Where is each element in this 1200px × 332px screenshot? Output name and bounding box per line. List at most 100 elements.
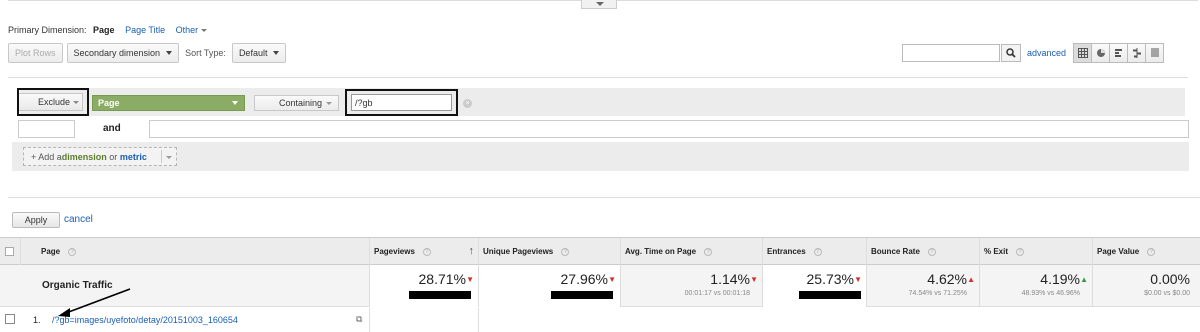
- chevron-down-icon: [166, 156, 172, 159]
- help-icon[interactable]: ?: [813, 247, 822, 256]
- segment-label: Organic Traffic: [42, 280, 113, 291]
- dropdown-separator: [161, 150, 162, 163]
- summary-unique-pageviews: 27.96% ▼: [478, 265, 620, 307]
- add-prefix: + Add a: [31, 151, 62, 162]
- table-row: 1. /?gb=images/uyefoto/detay/20151003_16…: [0, 308, 1200, 332]
- column-header-label: Entrances: [767, 247, 806, 256]
- redaction-bar: [551, 291, 613, 299]
- column-header-exit[interactable]: % Exit?: [979, 238, 1092, 265]
- help-icon[interactable]: ?: [927, 247, 936, 256]
- summary-value: 4.19%: [1040, 271, 1080, 287]
- chevron-down-icon: [326, 102, 332, 105]
- summary-value: 28.71%: [418, 271, 466, 287]
- apply-button[interactable]: Apply: [12, 212, 60, 228]
- plot-rows-button[interactable]: Plot Rows: [8, 43, 63, 63]
- chevron-down-icon: [166, 51, 173, 55]
- summary-comparison: 48.93% vs 46.96%: [1021, 290, 1080, 297]
- filter-dimension-label: Page: [98, 98, 120, 108]
- collapse-chart-toggle[interactable]: [581, 0, 617, 9]
- search-icon: [1006, 48, 1016, 58]
- performance-view-icon[interactable]: [1109, 43, 1128, 63]
- help-icon[interactable]: ?: [1147, 247, 1156, 256]
- secondary-dimension-dropdown[interactable]: Secondary dimension: [66, 43, 180, 63]
- help-icon[interactable]: ?: [561, 247, 570, 256]
- column-header-label: Bounce Rate: [871, 247, 920, 256]
- add-dimension-or-metric-button[interactable]: + Add a dimension or metric: [23, 147, 177, 166]
- column-header-bounce-rate[interactable]: Bounce Rate?: [866, 238, 979, 265]
- table-view-icon[interactable]: [1073, 43, 1092, 63]
- and-label: and: [103, 123, 121, 134]
- summary-avg-time: 1.14% ▼ 00:01:17 vs 00:01:18: [620, 265, 762, 307]
- sort-ascending-icon: ↑: [468, 245, 475, 257]
- column-header-label: Page: [41, 247, 61, 256]
- highlight-box-exclude: [17, 88, 89, 116]
- chevron-down-icon: [201, 29, 208, 33]
- open-page-icon[interactable]: ⧉: [356, 314, 362, 325]
- help-icon[interactable]: ?: [68, 247, 77, 256]
- column-header-label: Page Value: [1097, 247, 1140, 256]
- cancel-link[interactable]: cancel: [64, 214, 93, 225]
- primary-dimension-bar: Primary Dimension: Page Page Title Other: [8, 25, 208, 35]
- column-header-label: Avg. Time on Page: [625, 247, 697, 256]
- column-header-label: % Exit: [984, 247, 1009, 256]
- filter-value-input[interactable]: [351, 94, 452, 111]
- remove-condition-icon[interactable]: ×: [463, 99, 472, 108]
- redaction-bar: [799, 291, 861, 299]
- match-type-dropdown[interactable]: Containing: [254, 95, 339, 111]
- pivot-view-icon[interactable]: [1145, 43, 1164, 63]
- and-condition-area: [149, 120, 1189, 138]
- summary-comparison: 00:01:17 vs 00:01:18: [684, 290, 750, 297]
- row-number: 1.: [33, 315, 41, 325]
- column-header-label: Pageviews: [374, 247, 415, 256]
- help-icon[interactable]: ?: [422, 247, 431, 256]
- row-page-link[interactable]: /?gb=images/uyefoto/detay/20151003_16065…: [52, 315, 238, 325]
- column-header-unique-pageviews[interactable]: Unique Pageviews?: [478, 238, 620, 265]
- add-metric-text: metric: [119, 151, 147, 162]
- summary-comparison: $0.00 vs $0.00: [1144, 290, 1190, 297]
- decrease-arrow-icon: ▼: [466, 275, 474, 284]
- summary-exit: 4.19% ▲ 48.93% vs 46.96%: [979, 265, 1092, 307]
- column-header-avg-time[interactable]: Avg. Time on Page?: [620, 238, 762, 265]
- search-button[interactable]: [1001, 44, 1021, 62]
- column-header-page-value[interactable]: Page Value?: [1092, 238, 1200, 265]
- redaction-bar: [409, 291, 471, 299]
- column-header-pageviews[interactable]: Pageviews? ↑: [369, 238, 478, 265]
- pie-view-icon[interactable]: [1091, 43, 1110, 63]
- advanced-filter-link[interactable]: advanced: [1027, 48, 1066, 58]
- summary-page-value: 0.00% $0.00 vs $0.00: [1092, 265, 1200, 307]
- select-all-checkbox[interactable]: [5, 247, 14, 256]
- sort-type-dropdown[interactable]: Default: [231, 43, 287, 63]
- summary-value: 4.62%: [927, 271, 967, 287]
- column-header-page[interactable]: Page?: [20, 238, 369, 265]
- chevron-down-icon: [232, 101, 238, 105]
- summary-entrances: 25.73% ▼: [762, 265, 866, 307]
- primary-dimension-label: Primary Dimension:: [8, 25, 87, 35]
- increase-arrow-icon: ▲: [967, 275, 975, 284]
- column-header-entrances[interactable]: Entrances?: [762, 238, 866, 265]
- report-toolbar: Plot Rows Secondary dimension Sort Type:…: [8, 42, 287, 64]
- add-or-text: or: [106, 151, 120, 162]
- filter-dimension-dropdown[interactable]: Page: [92, 95, 245, 111]
- comparison-view-icon[interactable]: [1127, 43, 1146, 63]
- help-icon[interactable]: ?: [704, 247, 713, 256]
- sort-type-label: Sort Type:: [185, 48, 226, 58]
- summary-value: 25.73%: [806, 271, 854, 287]
- primary-dimension-other[interactable]: Other: [176, 25, 208, 35]
- view-switcher: [1073, 43, 1164, 63]
- and-left-spacer: [18, 120, 75, 138]
- row-checkbox[interactable]: [5, 314, 15, 324]
- help-icon[interactable]: ?: [1016, 247, 1025, 256]
- match-type-label: Containing: [279, 98, 323, 108]
- table-header: Page? Pageviews? ↑ Unique Pageviews? Avg.…: [0, 237, 1200, 265]
- decrease-arrow-icon: ▼: [854, 275, 862, 284]
- column-header-label: Unique Pageviews: [483, 247, 554, 256]
- summary-value: 0.00%: [1150, 271, 1190, 287]
- add-dimension-text: dimension: [61, 151, 107, 162]
- column-divider: [369, 308, 370, 332]
- primary-dimension-page-title[interactable]: Page Title: [125, 25, 165, 35]
- secondary-dimension-label: Secondary dimension: [73, 48, 161, 58]
- table-search-input[interactable]: [902, 44, 1000, 62]
- summary-pageviews: 28.71% ▼: [369, 265, 478, 307]
- sort-type-value: Default: [238, 48, 268, 58]
- summary-bounce-rate: 4.62% ▲ 74.54% vs 71.25%: [866, 265, 979, 307]
